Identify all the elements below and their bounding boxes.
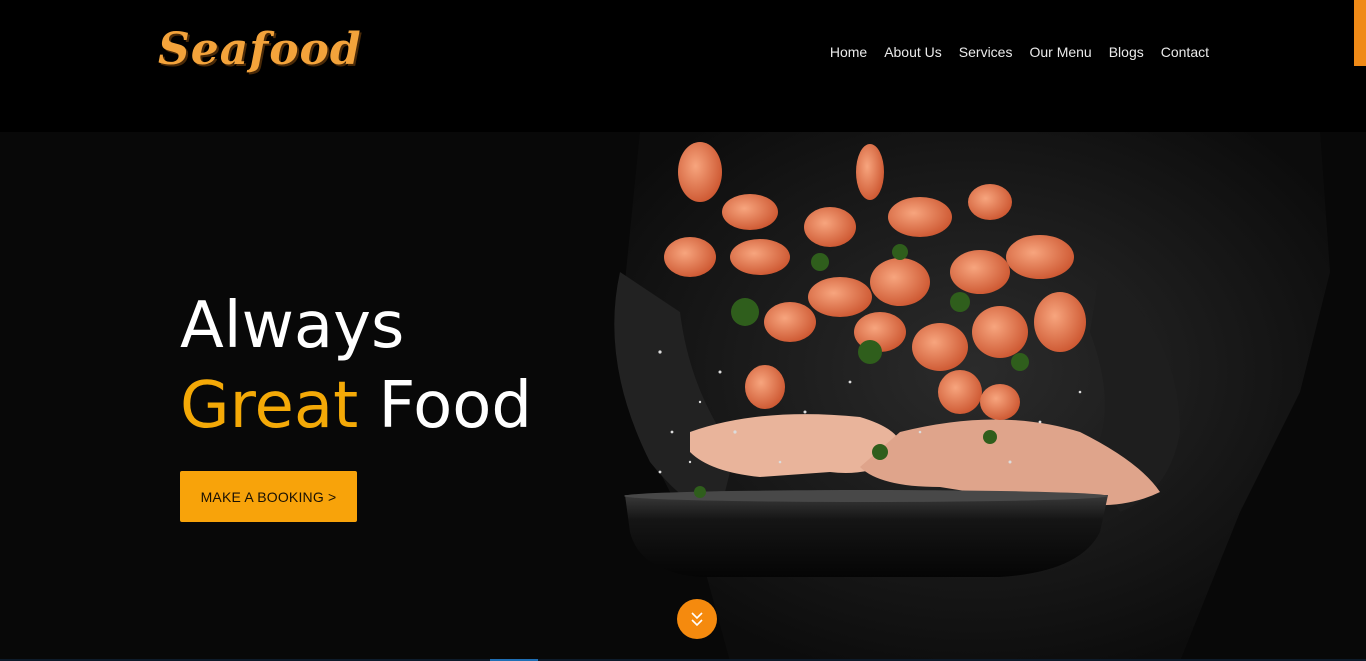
nav-item-blogs[interactable]: Blogs [1109,44,1144,60]
nav-item-services[interactable]: Services [959,44,1013,60]
headline-accent-word: Great [180,369,359,443]
chevron-down-icon [691,612,703,627]
scroll-indicator[interactable] [1354,0,1366,66]
site-header: Seafood Home About Us Services Our Menu … [0,0,1366,132]
headline-line-2: Food [378,369,532,443]
nav-item-home[interactable]: Home [830,44,867,60]
main-nav: Home About Us Services Our Menu Blogs Co… [830,44,1209,60]
site-logo[interactable]: Seafood [158,28,362,72]
nav-item-our-menu[interactable]: Our Menu [1029,44,1091,60]
headline-line-1: Always [180,289,405,363]
hero-section: Always Great Food MAKE A BOOKING > [0,132,1366,661]
hero-headline: Always Great Food [180,286,532,446]
nav-item-contact[interactable]: Contact [1161,44,1209,60]
nav-item-about-us[interactable]: About Us [884,44,942,60]
make-booking-button[interactable]: MAKE A BOOKING > [180,471,357,522]
scroll-down-button[interactable] [677,599,717,639]
